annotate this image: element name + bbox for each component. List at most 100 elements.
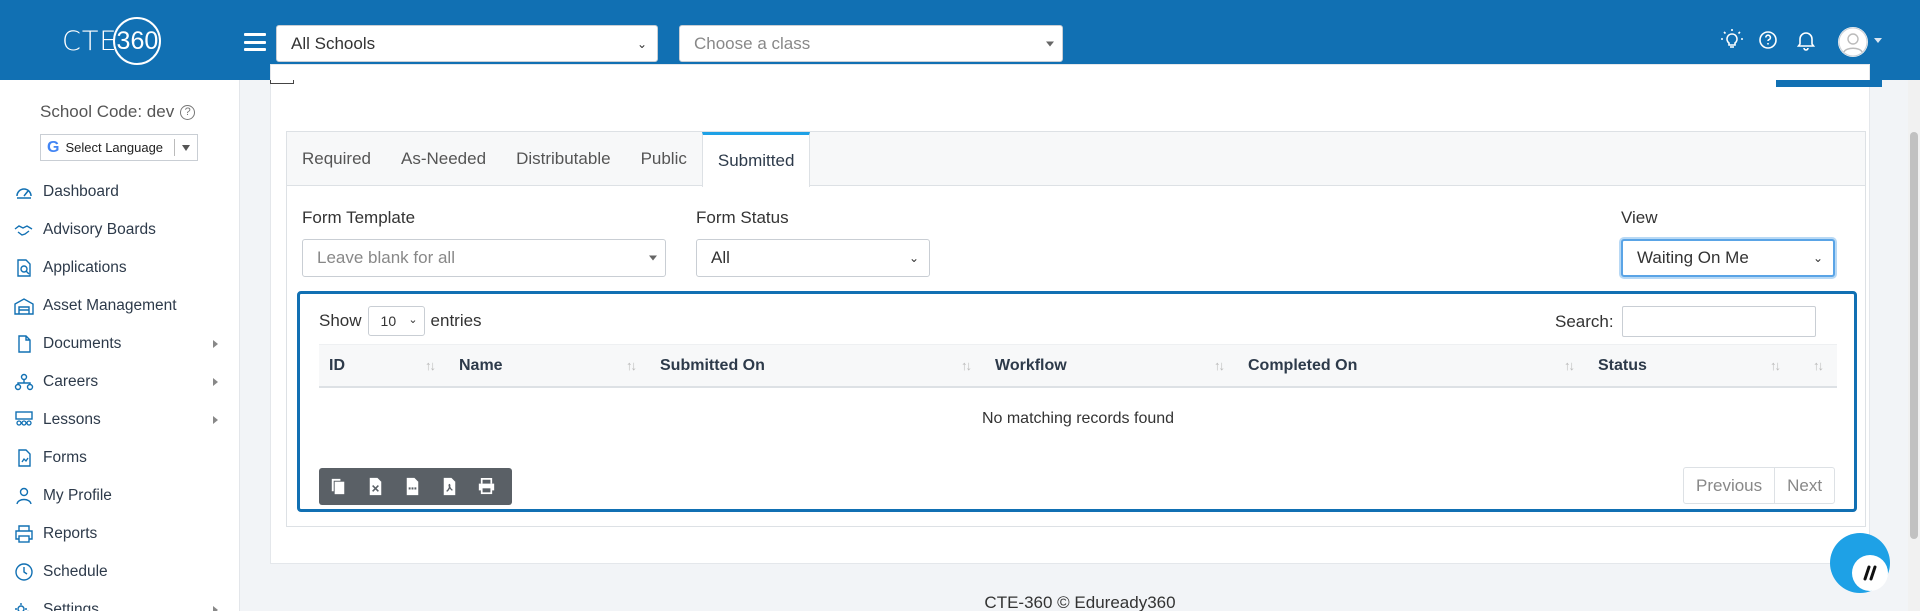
search-label: Search: — [1555, 311, 1614, 331]
sidebar-item-label: Forms — [43, 449, 87, 466]
user-icon — [16, 487, 32, 505]
sidebar-item-forms[interactable]: Forms — [0, 439, 240, 477]
sidebar-item-lessons[interactable]: Lessons — [0, 401, 240, 439]
school-code-text: School Code: dev — [40, 102, 175, 121]
school-code: School Code: dev ? — [40, 102, 196, 122]
form-template-placeholder: Leave blank for all — [317, 248, 455, 267]
chevron-right-icon — [213, 416, 218, 424]
form-status-select[interactable]: All ⌄ — [696, 239, 930, 277]
sort-icon[interactable]: ↑↓ — [961, 358, 972, 373]
sidebar-item-label: Advisory Boards — [43, 221, 156, 238]
sidebar-item-my-profile[interactable]: My Profile — [0, 477, 240, 515]
sidebar-item-label: Reports — [43, 525, 98, 542]
user-avatar-icon[interactable] — [1838, 27, 1868, 57]
page-footer: CTE-360 © Eduready360 — [984, 593, 1176, 611]
question-icon[interactable]: ? — [180, 104, 196, 120]
document-search-icon — [17, 259, 31, 277]
sidebar-nav: Dashboard Advisory Boards Applications A… — [0, 173, 240, 611]
sidebar-item-careers[interactable]: Careers — [0, 363, 240, 401]
org-chart-icon — [14, 373, 34, 391]
view-select[interactable]: Waiting On Me ⌄ — [1621, 239, 1835, 277]
copy-icon[interactable] — [327, 475, 350, 498]
clock-icon — [15, 563, 33, 581]
sidebar-item-label: Schedule — [43, 563, 108, 580]
sidebar-item-label: Documents — [43, 335, 122, 352]
sidebar-item-asset-management[interactable]: Asset Management — [0, 287, 240, 325]
class-select-placeholder: Choose a class — [694, 33, 811, 53]
export-button-group — [319, 468, 512, 505]
form-template-select[interactable]: Leave blank for all — [302, 239, 666, 277]
logo-number: 360 — [116, 26, 159, 55]
sidebar-item-label: Asset Management — [43, 297, 177, 314]
sidebar-item-advisory-boards[interactable]: Advisory Boards — [0, 211, 240, 249]
sidebar-item-label: Dashboard — [43, 183, 119, 200]
tab-public[interactable]: Public — [626, 132, 702, 186]
csv-icon[interactable] — [401, 475, 424, 498]
sidebar-item-documents[interactable]: Documents — [0, 325, 240, 363]
table-pagination: Previous Next — [1683, 467, 1836, 504]
sidebar-item-label: My Profile — [43, 487, 112, 504]
chevron-right-icon — [213, 378, 218, 386]
pdf-icon[interactable] — [438, 475, 461, 498]
sidebar: School Code: dev ? G Select Language Das… — [0, 80, 240, 611]
column-header-completed-on[interactable]: Completed On — [1248, 345, 1357, 387]
class-select[interactable]: Choose a class — [679, 25, 1063, 62]
classroom-icon — [15, 411, 33, 426]
search-input[interactable] — [1621, 306, 1816, 337]
scrollbar-thumb[interactable] — [1910, 132, 1918, 539]
column-header-id[interactable]: ID — [329, 345, 345, 387]
file-icon — [18, 335, 31, 353]
submitted-forms-table: Show 10 ⌄ entries Search: ID ↑↓ Name ↑↓ … — [297, 291, 1857, 512]
chat-icon[interactable] — [1852, 555, 1888, 591]
caret-down-icon — [1046, 41, 1054, 46]
next-page-button[interactable]: Next — [1774, 468, 1834, 503]
view-label: View — [1621, 208, 1658, 227]
logo-ring: 360 — [113, 17, 162, 65]
table-header: ID ↑↓ Name ↑↓ Submitted On ↑↓ Workflow ↑… — [319, 344, 1837, 388]
column-header-workflow[interactable]: Workflow — [995, 345, 1067, 387]
avatar-caret-icon[interactable] — [1874, 38, 1882, 43]
tab-as-needed[interactable]: As-Needed — [386, 132, 501, 186]
sidebar-item-applications[interactable]: Applications — [0, 249, 240, 287]
sidebar-item-schedule[interactable]: Schedule — [0, 553, 240, 591]
form-icon — [18, 449, 31, 467]
tab-required[interactable]: Required — [287, 132, 386, 186]
view-value: Waiting On Me — [1637, 248, 1749, 267]
sort-icon[interactable]: ↑↓ — [1214, 358, 1225, 373]
sidebar-item-dashboard[interactable]: Dashboard — [0, 173, 240, 211]
app-logo[interactable]: CTE 360 — [62, 17, 182, 65]
sidebar-item-label: Lessons — [43, 411, 101, 428]
sort-icon[interactable]: ↑↓ — [626, 358, 637, 373]
tab-submitted[interactable]: Submitted — [701, 132, 811, 187]
school-select[interactable]: All Schools ⌄ — [276, 25, 658, 62]
column-header-status[interactable]: Status — [1598, 345, 1647, 387]
handshake-icon — [14, 225, 33, 236]
sidebar-item-reports[interactable]: Reports — [0, 515, 240, 553]
sidebar-item-label: Applications — [43, 259, 127, 276]
sort-icon[interactable]: ↑↓ — [1813, 358, 1824, 373]
tab-distributable[interactable]: Distributable — [501, 132, 626, 186]
help-circle-icon[interactable] — [1756, 28, 1780, 52]
column-header-name[interactable]: Name — [459, 345, 503, 387]
lightbulb-icon[interactable] — [1720, 28, 1744, 52]
triangle-down-icon — [182, 145, 190, 151]
chevron-down-icon: ⌄ — [908, 251, 919, 265]
table-search: Search: — [1555, 306, 1816, 337]
sort-icon[interactable]: ↑↓ — [1770, 358, 1781, 373]
form-tabs: Required As-Needed Distributable Public … — [287, 132, 1865, 187]
excel-icon[interactable] — [364, 475, 387, 498]
warehouse-icon — [14, 298, 34, 315]
menu-toggle-icon[interactable] — [244, 33, 266, 51]
chevron-down-icon: ⌄ — [1812, 251, 1823, 265]
print-icon[interactable] — [475, 475, 498, 498]
language-select-label: Select Language — [65, 140, 164, 155]
sort-icon[interactable]: ↑↓ — [425, 358, 436, 373]
sort-icon[interactable]: ↑↓ — [1564, 358, 1575, 373]
checkbox-edge[interactable] — [270, 80, 294, 84]
previous-page-button[interactable]: Previous — [1684, 468, 1774, 503]
language-select[interactable]: G Select Language — [40, 134, 198, 161]
column-header-submitted-on[interactable]: Submitted On — [660, 345, 765, 387]
entries-select[interactable]: 10 ⌄ — [367, 306, 425, 336]
action-button-edge[interactable] — [1776, 80, 1882, 87]
bell-icon[interactable] — [1794, 28, 1818, 52]
